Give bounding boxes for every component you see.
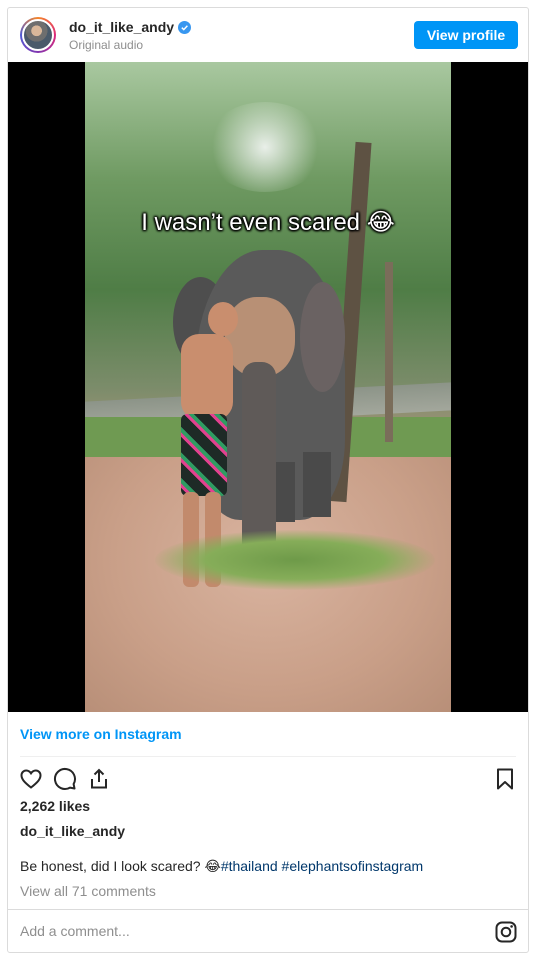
post-author[interactable]: do_it_like_andy xyxy=(20,823,125,839)
view-profile-button[interactable]: View profile xyxy=(414,21,518,49)
hashtag-link[interactable]: #thailand xyxy=(221,858,278,874)
man-head xyxy=(208,302,238,336)
tree-trunk-small xyxy=(385,262,393,442)
elephant-leg xyxy=(303,452,331,517)
audio-label[interactable]: Original audio xyxy=(69,38,143,52)
man-torso xyxy=(181,334,233,420)
sky-patch xyxy=(205,102,325,192)
hashtag-link[interactable]: #elephantsofinstagram xyxy=(282,858,424,874)
view-more-link[interactable]: View more on Instagram xyxy=(20,726,182,742)
instagram-icon[interactable] xyxy=(494,920,518,944)
grass-pile xyxy=(155,530,435,590)
elephant-ear-right xyxy=(300,282,345,392)
comment-input[interactable]: Add a comment... xyxy=(20,923,130,939)
avatar-image xyxy=(22,19,54,51)
laughing-emoji: 😂 xyxy=(204,859,221,875)
instagram-embed-card: do_it_like_andy Original audio View prof… xyxy=(7,7,529,953)
post-caption: Be honest, did I look scared? 😂#thailand… xyxy=(20,858,423,875)
caption-text: Be honest, did I look scared? xyxy=(20,858,201,874)
overlay-text: I wasn’t even scared xyxy=(141,209,361,236)
divider xyxy=(20,756,516,757)
comment-bar: Add a comment... xyxy=(8,909,528,953)
heart-icon[interactable] xyxy=(18,766,44,792)
laughing-emoji: 😂 xyxy=(366,208,395,236)
likes-count[interactable]: 2,262 likes xyxy=(20,798,90,814)
share-icon[interactable] xyxy=(86,766,112,792)
action-bar xyxy=(18,766,518,794)
bookmark-icon[interactable] xyxy=(492,766,518,792)
username[interactable]: do_it_like_andy xyxy=(69,19,174,35)
video-frame[interactable]: I wasn’t even scared 😂 xyxy=(85,62,451,712)
man-shorts xyxy=(181,414,227,496)
avatar[interactable] xyxy=(20,17,56,53)
video-overlay-text: I wasn’t even scared 😂 xyxy=(85,208,451,237)
post-header: do_it_like_andy Original audio View prof… xyxy=(8,8,528,62)
comment-icon[interactable] xyxy=(52,766,78,792)
media-area[interactable]: I wasn’t even scared 😂 xyxy=(8,62,528,712)
view-comments-link[interactable]: View all 71 comments xyxy=(20,883,156,899)
username-row[interactable]: do_it_like_andy xyxy=(69,19,192,35)
verified-badge-icon xyxy=(178,20,192,34)
